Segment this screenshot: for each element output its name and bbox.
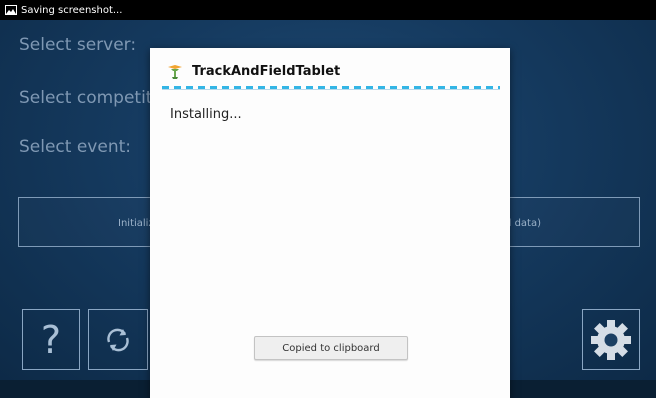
dialog-message: Installing... [170,107,242,122]
status-bar: Saving screenshot... [0,0,656,20]
select-competition-label: Select competit [19,88,153,108]
gear-icon [591,319,631,360]
app-logo-icon [168,65,182,79]
copied-to-clipboard-toast: Copied to clipboard [254,336,408,360]
initialize-button-label-left: Initializ [118,218,154,229]
help-icon: ? [40,317,62,362]
select-server-label: Select server: [19,35,137,55]
sync-button[interactable] [88,309,148,370]
status-text: Saving screenshot... [21,4,123,16]
help-button[interactable]: ? [22,309,80,370]
sync-icon [107,328,129,351]
select-event-label: Select event: [19,137,131,157]
install-dialog: TrackAndFieldTablet Installing... Copied… [150,48,510,398]
dialog-title: TrackAndFieldTablet [192,64,341,79]
title-divider [162,89,500,90]
settings-button[interactable] [582,309,640,370]
app-screen: Select server: Select competit Select ev… [0,20,656,398]
image-icon [5,5,17,15]
